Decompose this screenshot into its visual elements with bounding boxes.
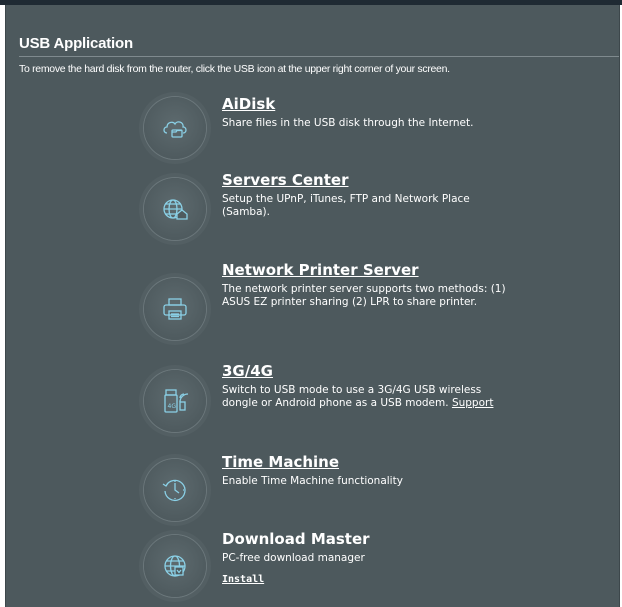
network-printer-link[interactable]: Network Printer Server [222,261,419,279]
usb-application-panel: USB Application To remove the hard disk … [5,5,620,607]
servers-center-link[interactable]: Servers Center [222,171,348,189]
cloud-folder-icon[interactable] [144,97,206,159]
network-printer-description: The network printer server supports two … [222,283,506,308]
time-machine-description: Enable Time Machine functionality [222,475,403,487]
time-machine-link[interactable]: Time Machine [222,453,339,471]
svg-text:4G: 4G [168,403,177,410]
3g4g-description: Switch to USB mode to use a 3G/4G USB wi… [222,384,512,410]
usb-modem-icon[interactable]: 4G [144,370,206,432]
aidisk-description: Share files in the USB disk through the … [222,117,474,129]
printer-icon[interactable] [144,278,206,340]
globe-download-icon[interactable] [144,535,206,597]
clock-icon[interactable] [144,459,206,521]
page-title: USB Application [19,35,133,52]
servers-center-description: Setup the UPnP, iTunes, FTP and Network … [222,193,470,218]
3g4g-description-text: Switch to USB mode to use a 3G/4G USB wi… [222,384,482,409]
install-link[interactable]: Install [222,574,264,585]
page-subtitle: To remove the hard disk from the router,… [19,63,450,75]
download-master-description: PC-free download manager [222,552,365,564]
aidisk-link[interactable]: AiDisk [222,95,275,113]
title-divider [19,56,619,57]
3g4g-link[interactable]: 3G/4G [222,362,273,380]
support-link[interactable]: Support [452,397,494,409]
download-master-title: Download Master [222,530,370,548]
globe-house-icon[interactable] [144,178,206,240]
